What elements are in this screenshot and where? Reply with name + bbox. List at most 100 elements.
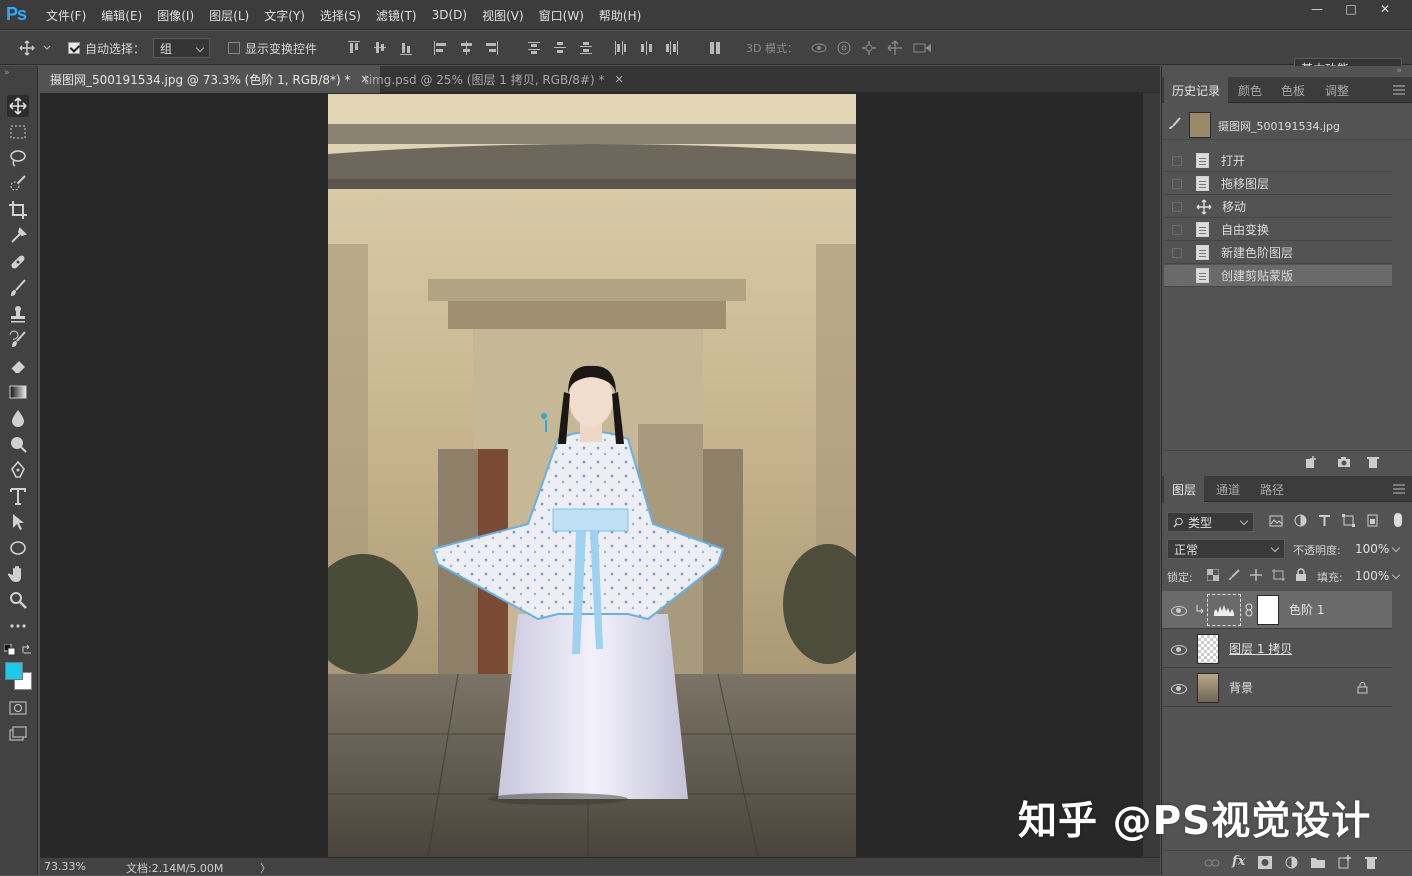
tab-history[interactable]: 历史记录 <box>1164 77 1229 103</box>
align-left-icon[interactable] <box>434 41 446 55</box>
collapse-arrows-icon[interactable]: » <box>4 68 10 78</box>
lock-position-icon[interactable] <box>1250 569 1262 581</box>
healing-brush-tool[interactable] <box>7 251 29 273</box>
fill-field[interactable]: 100% <box>1348 566 1406 586</box>
panel-menu-icon[interactable] <box>1393 85 1405 95</box>
distribute-right-icon[interactable] <box>666 41 678 55</box>
visibility-eye-icon[interactable] <box>1171 605 1187 616</box>
layer-row-background[interactable]: 背景 <box>1162 669 1392 707</box>
default-colors-icon[interactable] <box>4 644 16 656</box>
menu-help[interactable]: 帮助(H) <box>599 7 641 24</box>
history-item[interactable]: 拖移图层 <box>1164 173 1392 195</box>
filter-toggle-switch[interactable] <box>1394 513 1402 527</box>
history-item[interactable]: 移动 <box>1164 196 1392 218</box>
status-menu-arrow[interactable]: 〉 <box>260 860 271 876</box>
filter-type-icon[interactable] <box>1318 514 1331 527</box>
3d-slide-icon[interactable] <box>887 40 903 56</box>
distribute-left-icon[interactable] <box>614 41 626 55</box>
marquee-tool[interactable] <box>7 121 29 143</box>
filter-pixel-icon[interactable] <box>1269 515 1283 527</box>
minimize-button[interactable]: — <box>1300 0 1334 18</box>
3d-orbit-icon[interactable] <box>810 40 828 56</box>
history-item[interactable]: 打开 <box>1164 150 1392 172</box>
dodge-tool[interactable] <box>7 433 29 455</box>
menu-window[interactable]: 窗口(W) <box>539 7 584 24</box>
collapse-panels-icon[interactable]: » <box>1396 66 1402 76</box>
new-layer-icon[interactable] <box>1338 855 1351 869</box>
tab-swatches[interactable]: 色板 <box>1273 77 1313 103</box>
distribute-vcenter-icon[interactable] <box>554 41 566 55</box>
new-adjustment-layer-icon[interactable] <box>1285 856 1298 869</box>
align-right-icon[interactable] <box>486 41 498 55</box>
layer-name[interactable]: 图层 1 拷贝 <box>1229 640 1292 657</box>
new-group-folder-icon[interactable] <box>1311 856 1325 868</box>
auto-select-dropdown[interactable]: 组 <box>153 38 210 58</box>
foreground-color-swatch[interactable] <box>5 662 23 680</box>
auto-select-checkbox[interactable]: 自动选择： <box>68 38 145 58</box>
history-item[interactable]: 自由变换 <box>1164 219 1392 241</box>
eyedropper-tool[interactable] <box>7 225 29 247</box>
tab-adjustments[interactable]: 调整 <box>1317 77 1357 103</box>
layer-row-layer-copy[interactable]: 图层 1 拷贝 <box>1162 630 1392 668</box>
camera-icon[interactable] <box>1337 455 1351 469</box>
link-layers-icon[interactable] <box>1204 857 1220 869</box>
blur-tool[interactable] <box>7 407 29 429</box>
menu-3d[interactable]: 3D(D) <box>432 8 467 22</box>
move-tool-preset-icon[interactable] <box>19 40 37 56</box>
align-vcenter-icon[interactable] <box>374 41 386 55</box>
tab-document-2[interactable]: timg.psd @ 25% (图层 1 拷贝, RGB/8#) * ✕ <box>354 66 634 93</box>
menu-edit[interactable]: 编辑(E) <box>101 7 142 24</box>
tab-document-1[interactable]: 摄图网_500191534.jpg @ 73.3% (色阶 1, RGB/8*)… <box>40 66 380 93</box>
tab-paths[interactable]: 路径 <box>1252 476 1292 502</box>
new-document-from-state-icon[interactable] <box>1305 455 1319 469</box>
lasso-tool[interactable] <box>7 147 29 169</box>
close-tab-2-icon[interactable]: ✕ <box>614 73 623 86</box>
opacity-field[interactable]: 100% <box>1348 539 1406 559</box>
add-mask-icon[interactable] <box>1258 856 1272 869</box>
distribute-bottom-icon[interactable] <box>580 41 592 55</box>
lock-all-icon[interactable] <box>1295 568 1307 581</box>
zoom-tool[interactable] <box>7 589 29 611</box>
distribute-top-icon[interactable] <box>528 41 540 55</box>
visibility-eye-icon[interactable] <box>1171 683 1187 694</box>
trash-icon[interactable] <box>1366 455 1380 469</box>
close-window-button[interactable]: ✕ <box>1368 0 1402 18</box>
more-tools[interactable] <box>7 615 29 637</box>
move-tool[interactable] <box>7 95 29 117</box>
visibility-eye-icon[interactable] <box>1171 644 1187 655</box>
layer-row-levels[interactable]: 色阶 1 <box>1162 591 1392 629</box>
menu-select[interactable]: 选择(S) <box>320 7 361 24</box>
menu-view[interactable]: 视图(V) <box>482 7 524 24</box>
vertical-scrollbar[interactable] <box>1143 93 1160 857</box>
clone-stamp-tool[interactable] <box>7 303 29 325</box>
swap-colors-icon[interactable] <box>21 644 33 656</box>
filter-adjustment-icon[interactable] <box>1294 514 1307 527</box>
type-tool[interactable] <box>7 485 29 507</box>
history-item[interactable]: 新建色阶图层 <box>1164 242 1392 264</box>
quick-select-tool[interactable] <box>7 173 29 195</box>
panel-menu-icon[interactable] <box>1393 484 1405 494</box>
document-canvas[interactable] <box>328 94 856 857</box>
layer-mask-thumbnail[interactable] <box>1257 594 1279 625</box>
pen-tool[interactable] <box>7 459 29 481</box>
align-bottom-icon[interactable] <box>400 41 412 55</box>
fx-icon[interactable]: fx <box>1232 854 1245 869</box>
menu-image[interactable]: 图像(I) <box>157 7 194 24</box>
eraser-tool[interactable] <box>7 355 29 377</box>
zoom-level[interactable]: 73.33% <box>44 860 86 873</box>
3d-roll-icon[interactable] <box>836 40 852 56</box>
history-snapshot[interactable]: 摄图网_500191534.jpg <box>1162 104 1412 140</box>
history-brush-tool[interactable] <box>7 329 29 351</box>
distribute-hcenter-icon[interactable] <box>640 41 652 55</box>
crop-tool[interactable] <box>7 199 29 221</box>
blend-mode-dropdown[interactable]: 正常 <box>1167 539 1285 559</box>
auto-align-icon[interactable] <box>710 41 722 55</box>
hand-tool[interactable] <box>7 563 29 585</box>
layer-filter-dropdown[interactable]: 类型 <box>1167 512 1254 532</box>
align-hcenter-icon[interactable] <box>460 41 472 55</box>
filter-smart-object-icon[interactable] <box>1366 514 1379 527</box>
delete-layer-trash-icon[interactable] <box>1365 855 1377 869</box>
history-item-selected[interactable]: 创建剪贴蒙版 <box>1164 265 1392 287</box>
3d-pan-icon[interactable] <box>861 40 877 56</box>
lock-artboard-icon[interactable] <box>1272 569 1285 581</box>
